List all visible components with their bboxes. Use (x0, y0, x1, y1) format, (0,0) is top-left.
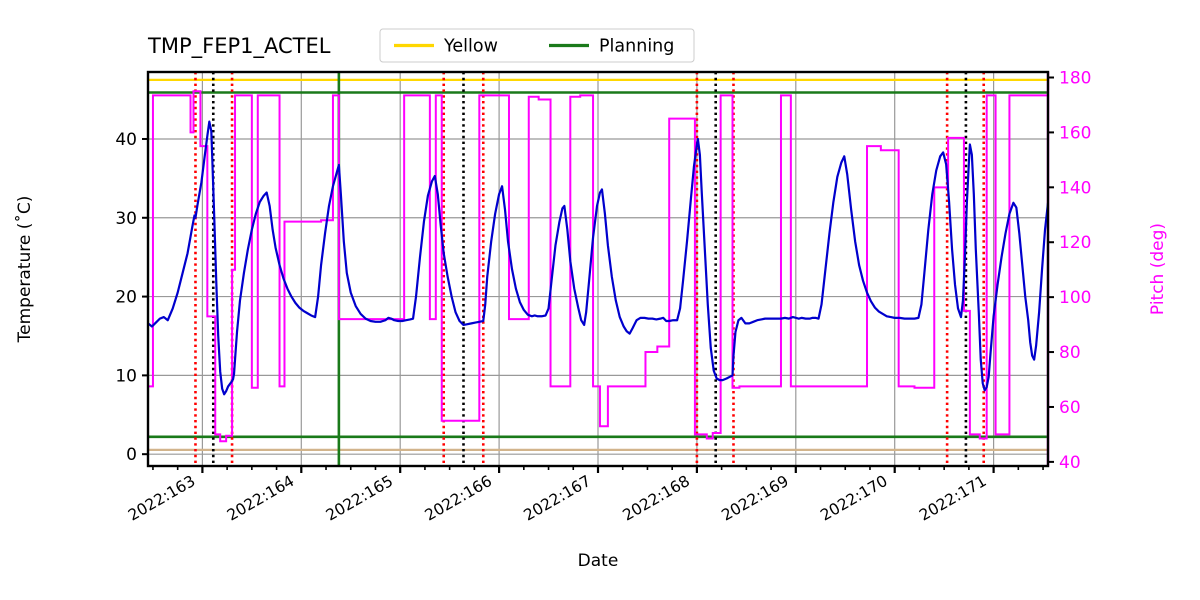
y-tick-label: 20 (115, 288, 137, 308)
chart-svg: 0102030404060801001201401601802022:163 20… (0, 0, 1200, 600)
y2-axis-label: Pitch (deg) (1148, 223, 1168, 315)
y2-tick-label: 100 (1059, 288, 1091, 308)
y2-tick-label: 160 (1059, 123, 1091, 143)
y-tick-label: 40 (115, 130, 137, 150)
y-tick-label: 0 (126, 445, 137, 465)
y2-tick-label: 180 (1059, 68, 1091, 88)
y2-tick-label: 120 (1059, 233, 1091, 253)
chart-root: 0 10 20 30 40 40 60 80 100 120 140 160 180 2022:163 20… (0, 0, 1200, 600)
x-axis-label: Date (578, 551, 619, 571)
y-tick-label: 30 (115, 209, 137, 229)
legend[interactable]: Yellow Planning (379, 28, 695, 63)
y2-tick-label: 80 (1059, 343, 1081, 363)
legend-label-yellow: Yellow (443, 37, 498, 57)
chart-background (0, 0, 1200, 600)
y-tick-label: 10 (115, 366, 137, 386)
y2-tick-label: 140 (1059, 178, 1091, 198)
y-axis-label: Temperature (˚C) (14, 196, 35, 344)
y2-tick-label: 60 (1059, 398, 1081, 418)
legend-label-planning: Planning (599, 37, 674, 57)
page-title: TMP_FEP1_ACTEL (147, 34, 331, 59)
y2-tick-label: 40 (1059, 453, 1081, 473)
